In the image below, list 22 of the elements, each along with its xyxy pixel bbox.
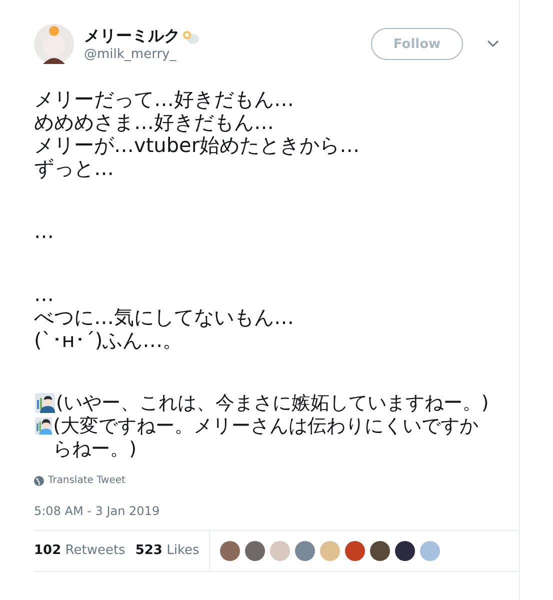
timestamp: 5:08 AM - 3 Jan 2019 bbox=[34, 504, 161, 518]
translate-link[interactable]: Translate Tweet bbox=[34, 475, 126, 486]
liker-avatar[interactable] bbox=[395, 540, 416, 560]
liker-avatar[interactable] bbox=[370, 540, 390, 560]
tweet-text: … bbox=[34, 219, 54, 243]
stat-link[interactable]: 102 Retweets bbox=[34, 543, 126, 558]
tweet-text: メリーが…vtuber始めたときから… bbox=[34, 133, 360, 157]
tweet-text: メリーだって…好きだもん… bbox=[34, 87, 294, 111]
author-handle: @milk_merry_ bbox=[84, 47, 178, 62]
stat-link[interactable]: 523 Likes bbox=[135, 543, 200, 558]
tweet-text: (`･н･´)ふん…。 bbox=[34, 328, 183, 352]
chevron-down-icon[interactable] bbox=[487, 40, 499, 48]
man-worker-icon bbox=[34, 392, 56, 414]
globe-icon bbox=[34, 476, 44, 486]
tweet-text: べつに…気にしてないもん… bbox=[34, 305, 294, 329]
tweet-text: (いやー、これは、今まさに嫉妬していますねー。) bbox=[56, 392, 489, 415]
tweet-text: ずっと… bbox=[34, 156, 114, 180]
author-name: メリーミルク bbox=[84, 26, 180, 47]
woman-worker-icon bbox=[34, 415, 54, 437]
tweet-text: めめめさま…好きだもん… bbox=[34, 110, 274, 134]
tweet-text: … bbox=[34, 282, 54, 306]
tweet-text: (大変ですねー。メリーさんは伝わりにくいですからねー。) bbox=[53, 415, 480, 461]
